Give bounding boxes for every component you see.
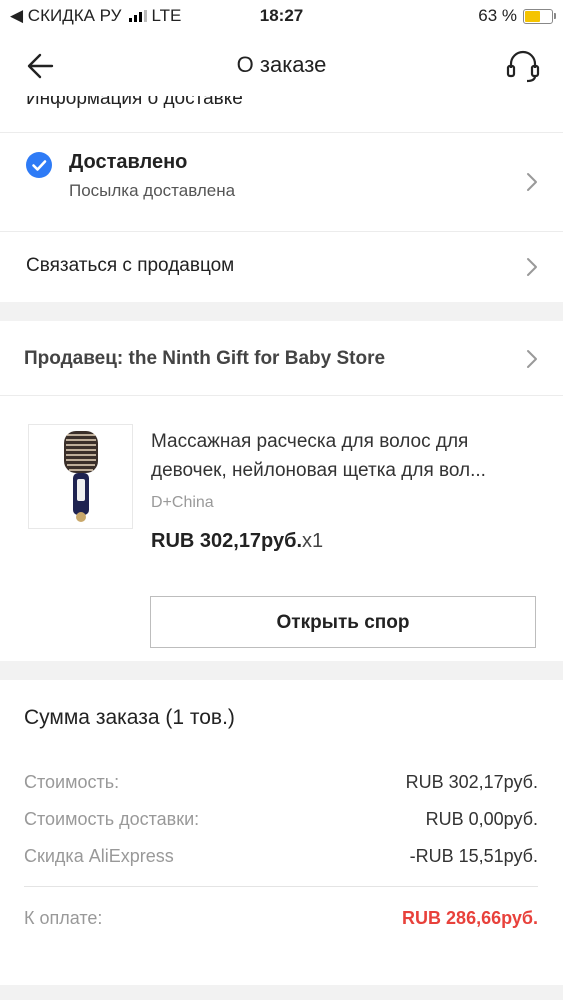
summary-line-value: RUB 0,00руб. <box>425 809 538 829</box>
chevron-right-icon <box>525 171 539 193</box>
delivery-status-subtitle: Посылка доставлена <box>69 181 236 200</box>
summary-line-value: RUB 302,17руб. <box>405 772 538 792</box>
summary-total-label: К оплате: <box>24 908 103 928</box>
product-image[interactable] <box>28 424 133 529</box>
delivery-heading-clip: Информация о доставке <box>0 96 563 132</box>
summary-title: Сумма заказа (1 тов.) <box>24 706 235 729</box>
delivery-status-row[interactable]: Доставлено Посылка доставлена <box>0 132 563 232</box>
battery-icon <box>523 8 556 24</box>
product-variant: D+China <box>151 494 214 511</box>
product-price: RUB 302,17руб.x1 <box>151 530 323 553</box>
seller-row[interactable]: Продавец: the Ninth Gift for Baby Store <box>0 321 563 396</box>
summary-line-cost: Стоимость: RUB 302,17руб. <box>24 772 538 793</box>
summary-line-discount: Скидка AliExpress -RUB 15,51руб. <box>24 846 538 867</box>
status-bar: ◀ СКИДКА РУ LTE 18:27 63 % <box>0 0 563 32</box>
check-circle-icon <box>26 152 52 178</box>
contact-seller-row[interactable]: Связаться с продавцом <box>0 231 563 302</box>
delivery-info-heading: Информация о доставке <box>26 96 243 109</box>
hair-brush-image <box>64 431 98 522</box>
support-button[interactable] <box>505 48 541 84</box>
order-summary-section: Сумма заказа (1 тов.) Стоимость: RUB 302… <box>0 680 563 985</box>
product-quantity: x1 <box>302 530 324 552</box>
product-name-line1: Массажная расческа для волос для <box>151 431 469 452</box>
headset-icon <box>506 50 540 83</box>
product-name-line2: девочек, нейлоновая щетка для вол... <box>151 460 486 481</box>
summary-line-label: Скидка AliExpress <box>24 846 174 866</box>
seller-name: Продавец: the Ninth Gift for Baby Store <box>24 348 386 369</box>
delivery-status-title: Доставлено <box>69 151 188 173</box>
open-dispute-button[interactable]: Открыть спор <box>150 596 536 648</box>
product-section: Продавец: the Ninth Gift for Baby Store … <box>0 321 563 661</box>
product-name[interactable]: Массажная расческа для волос для девочек… <box>151 427 546 485</box>
summary-line-shipping: Стоимость доставки: RUB 0,00руб. <box>24 809 538 830</box>
chevron-right-icon <box>525 348 539 370</box>
summary-divider <box>24 886 538 887</box>
chevron-right-icon <box>525 256 539 278</box>
product-price-value: RUB 302,17руб. <box>151 530 303 552</box>
delivery-section: Информация о доставке Доставлено Посылка… <box>0 96 563 302</box>
contact-seller-label: Связаться с продавцом <box>26 255 235 276</box>
summary-line-value: -RUB 15,51руб. <box>409 846 538 866</box>
summary-line-label: Стоимость: <box>24 772 120 792</box>
page-title: О заказе <box>236 52 327 77</box>
nav-header: О заказе <box>0 32 563 96</box>
battery-percent: 63 % <box>478 6 517 25</box>
summary-total-value: RUB 286,66руб. <box>402 908 538 928</box>
summary-total: К оплате: RUB 286,66руб. <box>24 908 538 929</box>
status-right: 63 % <box>478 6 556 26</box>
summary-line-label: Стоимость доставки: <box>24 809 200 829</box>
